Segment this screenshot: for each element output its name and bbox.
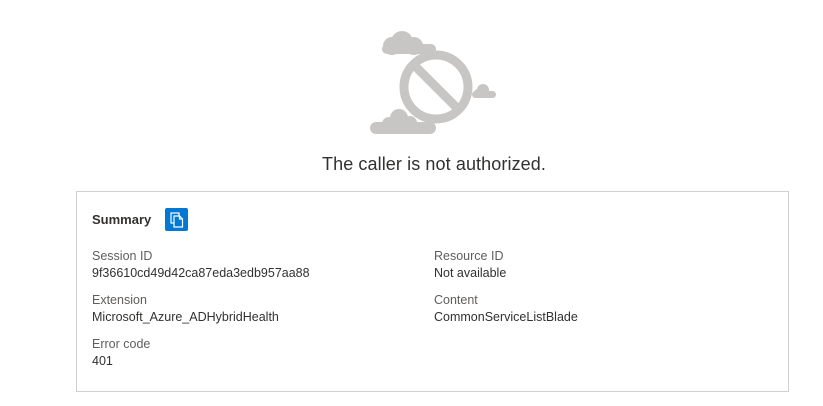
content-value: CommonServiceListBlade xyxy=(434,310,578,324)
copy-button[interactable] xyxy=(165,208,189,231)
summary-title: Summary xyxy=(92,212,152,227)
content-label: Content xyxy=(434,293,478,307)
session-id-field: Session ID 9f36610cd49d42ca87eda3edb957a… xyxy=(92,248,310,282)
error-code-value: 401 xyxy=(92,354,113,368)
summary-panel: Summary Session ID 9f36610cd49d42ca87eda… xyxy=(76,191,789,392)
session-id-value: 9f36610cd49d42ca87eda3edb957aa88 xyxy=(92,266,310,280)
not-allowed-cloud-icon xyxy=(366,24,502,140)
error-code-label: Error code xyxy=(92,337,151,351)
resource-id-label: Resource ID xyxy=(434,249,504,263)
resource-id-value: Not available xyxy=(434,266,507,280)
extension-label: Extension xyxy=(92,293,147,307)
extension-value: Microsoft_Azure_ADHybridHealth xyxy=(92,310,279,324)
copy-icon xyxy=(170,211,183,228)
session-id-label: Session ID xyxy=(92,249,153,263)
extension-field: Extension Microsoft_Azure_ADHybridHealth xyxy=(92,292,279,326)
content-field: Content CommonServiceListBlade xyxy=(434,292,578,326)
summary-header: Summary xyxy=(92,208,189,231)
resource-id-field: Resource ID Not available xyxy=(434,248,506,282)
error-message: The caller is not authorized. xyxy=(321,154,546,174)
error-page: The caller is not authorized. Summary Se… xyxy=(0,0,823,406)
error-code-field: Error code 401 xyxy=(92,336,150,370)
